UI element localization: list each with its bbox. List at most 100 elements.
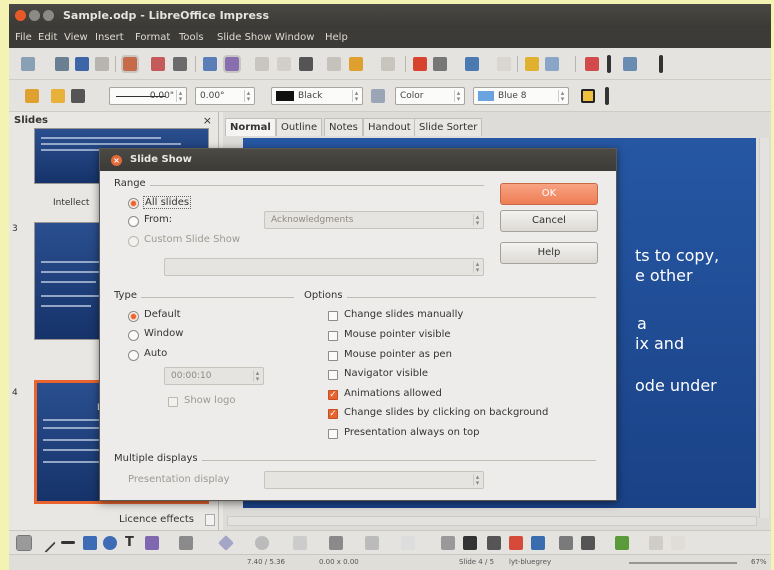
- navigator-icon[interactable]: [525, 57, 539, 71]
- help-button[interactable]: Help: [500, 242, 598, 264]
- print-icon[interactable]: [173, 57, 187, 71]
- maximize-window-icon[interactable]: [43, 10, 54, 21]
- media-icon[interactable]: [497, 57, 511, 71]
- custom-slide-show-radio[interactable]: [128, 236, 139, 247]
- export-pdf-icon[interactable]: [151, 57, 165, 71]
- menu-view[interactable]: View: [64, 32, 88, 43]
- menu-format[interactable]: Format: [135, 32, 170, 43]
- flowchart-icon[interactable]: [329, 536, 343, 550]
- shadow-toggle-icon[interactable]: [649, 536, 663, 550]
- connector-icon[interactable]: [179, 536, 193, 550]
- arrow-style-icon[interactable]: [71, 89, 85, 103]
- cut-icon[interactable]: [255, 57, 269, 71]
- menu-tools[interactable]: Tools: [179, 32, 204, 43]
- line-width-field[interactable]: 0.00° ▴ ▾: [195, 87, 255, 105]
- close-window-icon[interactable]: [15, 10, 26, 21]
- block-arrows-icon[interactable]: [293, 536, 307, 550]
- gallery-icon[interactable]: [531, 536, 545, 550]
- table-icon[interactable]: [433, 57, 447, 71]
- close-pane-icon[interactable]: ×: [203, 114, 212, 127]
- from-file-icon[interactable]: [509, 536, 523, 550]
- cancel-button[interactable]: Cancel: [500, 210, 598, 232]
- presentation-display-select[interactable]: ▴ ▾: [264, 471, 484, 489]
- menu-window[interactable]: Window: [275, 32, 314, 43]
- custom-slide-show-select[interactable]: ▴ ▾: [164, 258, 484, 276]
- save-icon[interactable]: [75, 57, 89, 71]
- show-logo-checkbox[interactable]: [168, 397, 178, 407]
- auto-radio[interactable]: [128, 350, 139, 361]
- minimize-window-icon[interactable]: [29, 10, 40, 21]
- fill-mode-select[interactable]: Color ▴ ▾: [395, 87, 465, 105]
- shadow-icon[interactable]: [581, 89, 595, 103]
- tab-notes[interactable]: Notes: [324, 118, 363, 136]
- styles-icon[interactable]: [25, 89, 39, 103]
- spelling-icon[interactable]: [203, 57, 217, 71]
- area-icon[interactable]: [371, 89, 385, 103]
- redo-icon[interactable]: [381, 57, 395, 71]
- rectangle-icon[interactable]: [83, 536, 97, 550]
- option-checkbox-5[interactable]: ✓: [328, 409, 338, 419]
- callouts-icon[interactable]: [365, 536, 379, 550]
- text-tool-icon[interactable]: T: [125, 535, 134, 550]
- option-checkbox-2[interactable]: [328, 351, 338, 361]
- align-icon[interactable]: [581, 536, 595, 550]
- zoom-icon[interactable]: [545, 57, 559, 71]
- option-checkbox-4[interactable]: ✓: [328, 390, 338, 400]
- dialog-close-icon[interactable]: ×: [111, 155, 122, 166]
- zoom-slider[interactable]: [629, 562, 737, 564]
- menu-edit[interactable]: Edit: [38, 32, 57, 43]
- option-checkbox-1[interactable]: [328, 331, 338, 341]
- copy-icon[interactable]: [277, 57, 291, 71]
- curve-icon[interactable]: [145, 536, 159, 550]
- image-icon[interactable]: [465, 57, 479, 71]
- ellipse-icon[interactable]: [103, 536, 117, 550]
- line-tool-icon[interactable]: [36, 533, 56, 553]
- line-style-select[interactable]: 0.00" ▴ ▾: [109, 87, 187, 105]
- line-color-select[interactable]: Black ▴ ▾: [271, 87, 363, 105]
- undo-icon[interactable]: [349, 57, 363, 71]
- tab-handout[interactable]: Handout: [363, 118, 416, 136]
- tab-normal[interactable]: Normal: [225, 118, 276, 136]
- vertical-scrollbar[interactable]: [759, 138, 769, 518]
- menu-slide-show[interactable]: Slide Show: [217, 32, 272, 43]
- open-icon[interactable]: [55, 57, 69, 71]
- option-checkbox-3[interactable]: [328, 370, 338, 380]
- ok-button[interactable]: OK: [500, 183, 598, 205]
- option-checkbox-0[interactable]: [328, 311, 338, 321]
- default-radio[interactable]: [128, 311, 139, 322]
- all-slides-radio[interactable]: [128, 198, 139, 209]
- more-tools-icon[interactable]: [671, 536, 685, 550]
- auto-time-field[interactable]: 00:00:10 ▴ ▾: [164, 367, 264, 385]
- from-radio[interactable]: [128, 216, 139, 227]
- symbol-shapes-icon[interactable]: [255, 536, 269, 550]
- autospell-icon[interactable]: [223, 55, 241, 73]
- window-radio[interactable]: [128, 330, 139, 341]
- select-icon[interactable]: [16, 535, 32, 551]
- pane-scroll-down[interactable]: [205, 514, 215, 526]
- stars-icon[interactable]: [401, 536, 415, 550]
- option-checkbox-6[interactable]: [328, 429, 338, 439]
- horizontal-scrollbar[interactable]: [227, 516, 757, 526]
- glue-icon[interactable]: [463, 536, 477, 550]
- clone-icon[interactable]: [327, 57, 341, 71]
- edit-mode-icon[interactable]: [121, 55, 139, 73]
- fontwork-icon[interactable]: [487, 536, 501, 550]
- points-icon[interactable]: [441, 536, 455, 550]
- menu-file[interactable]: File: [15, 32, 32, 43]
- tab-slide-sorter[interactable]: Slide Sorter: [414, 118, 483, 136]
- extrusion-icon[interactable]: [559, 536, 573, 550]
- arrow-tool-icon[interactable]: [61, 541, 75, 544]
- help-icon[interactable]: [623, 57, 637, 71]
- fill-color-select[interactable]: Blue 8 ▴ ▾: [473, 87, 569, 105]
- from-select[interactable]: Acknowledgments ▴ ▾: [264, 211, 484, 229]
- new-icon[interactable]: [21, 57, 35, 71]
- arrange-icon[interactable]: [615, 536, 629, 550]
- email-icon[interactable]: [95, 57, 109, 71]
- paste-icon[interactable]: [299, 57, 313, 71]
- basic-shapes-icon[interactable]: [218, 535, 234, 551]
- slideshow-icon[interactable]: [585, 57, 599, 71]
- chart-icon[interactable]: [413, 57, 427, 71]
- menu-insert[interactable]: Insert: [95, 32, 124, 43]
- tab-outline[interactable]: Outline: [276, 118, 323, 136]
- line-icon[interactable]: [51, 89, 65, 103]
